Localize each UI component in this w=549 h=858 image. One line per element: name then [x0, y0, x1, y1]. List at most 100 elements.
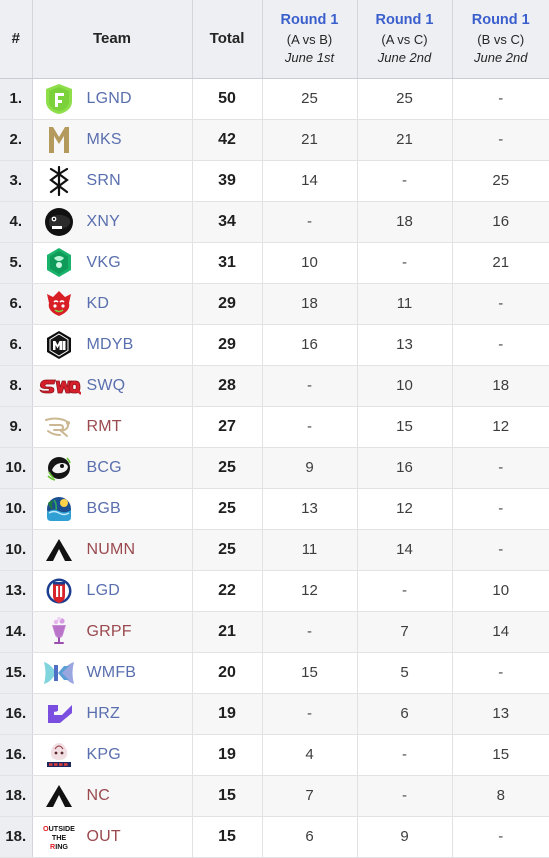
score-cell-r1ac: 21 — [357, 119, 453, 161]
score-cell-r1ab: - — [262, 201, 358, 243]
table-row: 18. OUTSIDE THE RING OUT 15 6 9- — [0, 816, 549, 858]
team-cell[interactable]: BCG — [32, 447, 193, 489]
team-logo-icon — [37, 451, 81, 485]
score-cell-r1ab: 10 — [262, 242, 358, 284]
score-cell-r1bc: - — [452, 78, 549, 120]
score-cell-r1ab: 15 — [262, 652, 358, 694]
team-name[interactable]: GRPF — [87, 623, 132, 641]
team-name[interactable]: VKG — [87, 254, 121, 272]
team-cell[interactable]: WMFB — [32, 652, 193, 694]
team-cell[interactable]: HRZ — [32, 693, 193, 735]
team-cell[interactable]: LGD — [32, 570, 193, 612]
team-cell[interactable]: GRPF — [32, 611, 193, 653]
team-logo-icon — [37, 656, 81, 690]
score-cell-r1bc: - — [452, 529, 549, 571]
team-name[interactable]: XNY — [87, 213, 121, 231]
round-title: Round 1 — [280, 12, 339, 28]
round-date: June 1st — [284, 50, 335, 66]
score-cell-r1ac: 10 — [357, 365, 453, 407]
total-cell: 15 — [192, 775, 263, 817]
score-cell-r1ac: 5 — [357, 652, 453, 694]
team-cell[interactable]: NUMN — [32, 529, 193, 571]
score-cell-r1bc: 14 — [452, 611, 549, 653]
team-cell[interactable]: VKG — [32, 242, 193, 284]
team-cell[interactable]: XNY — [32, 201, 193, 243]
team-logo-icon — [37, 287, 81, 321]
team-logo-icon — [37, 697, 81, 731]
rank-cell: 9. — [0, 406, 33, 448]
score-cell-r1ac: 15 — [357, 406, 453, 448]
score-cell-r1ab: 12 — [262, 570, 358, 612]
score-cell-r1ac: - — [357, 775, 453, 817]
score-cell-r1ac: - — [357, 160, 453, 202]
table-row: 8. SWQ 28-10 18 — [0, 365, 549, 407]
team-name[interactable]: LGD — [87, 582, 121, 600]
rank-cell: 4. — [0, 201, 33, 243]
team-logo-icon: OUTSIDE THE RING — [37, 820, 81, 854]
table-row: 3. SRN 39 14-25 — [0, 160, 549, 202]
table-row: 16. KPG 19 4-15 — [0, 734, 549, 776]
total-cell: 21 — [192, 611, 263, 653]
team-name[interactable]: BGB — [87, 500, 121, 518]
column-header-round1-bvc[interactable]: Round 1 (B vs C) June 2nd — [452, 0, 549, 79]
team-name[interactable]: KD — [87, 295, 110, 313]
team-cell[interactable]: LGND — [32, 78, 193, 120]
team-name[interactable]: NC — [87, 787, 111, 805]
score-cell-r1bc: 10 — [452, 570, 549, 612]
team-name[interactable]: HRZ — [87, 705, 120, 723]
total-cell: 20 — [192, 652, 263, 694]
team-logo-icon — [37, 369, 81, 403]
rank-cell: 10. — [0, 529, 33, 571]
round-date: June 2nd — [474, 50, 528, 66]
team-name[interactable]: LGND — [87, 90, 132, 108]
team-name[interactable]: NUMN — [87, 541, 136, 559]
header-row: # Team Total Round 1 (A vs B) June 1st R… — [0, 0, 549, 79]
team-name[interactable]: MDYB — [87, 336, 134, 354]
score-cell-r1ab: 21 — [262, 119, 358, 161]
score-cell-r1bc: - — [452, 488, 549, 530]
column-header-team[interactable]: Team — [32, 0, 193, 79]
team-cell[interactable]: OUTSIDE THE RING OUT — [32, 816, 193, 858]
column-header-rank[interactable]: # — [0, 0, 33, 79]
table-row: 15. WMFB 20 15 5- — [0, 652, 549, 694]
score-cell-r1ab: - — [262, 611, 358, 653]
table-row: 6. KD 29 18 11- — [0, 283, 549, 325]
column-header-round1-avb[interactable]: Round 1 (A vs B) June 1st — [262, 0, 358, 79]
team-name[interactable]: SRN — [87, 172, 121, 190]
team-cell[interactable]: KPG — [32, 734, 193, 776]
table-row: 10. BGB 25 13 12- — [0, 488, 549, 530]
total-cell: 29 — [192, 324, 263, 366]
team-name[interactable]: WMFB — [87, 664, 137, 682]
team-cell[interactable]: MKS — [32, 119, 193, 161]
team-cell[interactable]: NC — [32, 775, 193, 817]
rank-cell: 6. — [0, 324, 33, 366]
team-name[interactable]: RMT — [87, 418, 122, 436]
table-row: 10. NUMN 25 11 14- — [0, 529, 549, 571]
team-cell[interactable]: BGB — [32, 488, 193, 530]
score-cell-r1ab: 16 — [262, 324, 358, 366]
rank-cell: 15. — [0, 652, 33, 694]
rank-cell: 16. — [0, 734, 33, 776]
team-name[interactable]: MKS — [87, 131, 122, 149]
team-cell[interactable]: SWQ — [32, 365, 193, 407]
team-name[interactable]: BCG — [87, 459, 122, 477]
team-cell[interactable]: SRN — [32, 160, 193, 202]
score-cell-r1bc: 15 — [452, 734, 549, 776]
score-cell-r1ac: 16 — [357, 447, 453, 489]
rank-cell: 2. — [0, 119, 33, 161]
team-cell[interactable]: MDYB — [32, 324, 193, 366]
team-name[interactable]: OUT — [87, 828, 121, 846]
team-cell[interactable]: KD — [32, 283, 193, 325]
score-cell-r1bc: - — [452, 652, 549, 694]
team-cell[interactable]: RMT — [32, 406, 193, 448]
round-matchup: (A vs C) — [381, 31, 428, 47]
round-title: Round 1 — [471, 12, 530, 28]
column-header-round1-avc[interactable]: Round 1 (A vs C) June 2nd — [357, 0, 453, 79]
column-header-total[interactable]: Total — [192, 0, 263, 79]
total-cell: 27 — [192, 406, 263, 448]
score-cell-r1ab: - — [262, 406, 358, 448]
team-name[interactable]: KPG — [87, 746, 121, 764]
score-cell-r1ac: 12 — [357, 488, 453, 530]
team-name[interactable]: SWQ — [87, 377, 126, 395]
svg-text:OUTSIDE: OUTSIDE — [43, 824, 75, 833]
